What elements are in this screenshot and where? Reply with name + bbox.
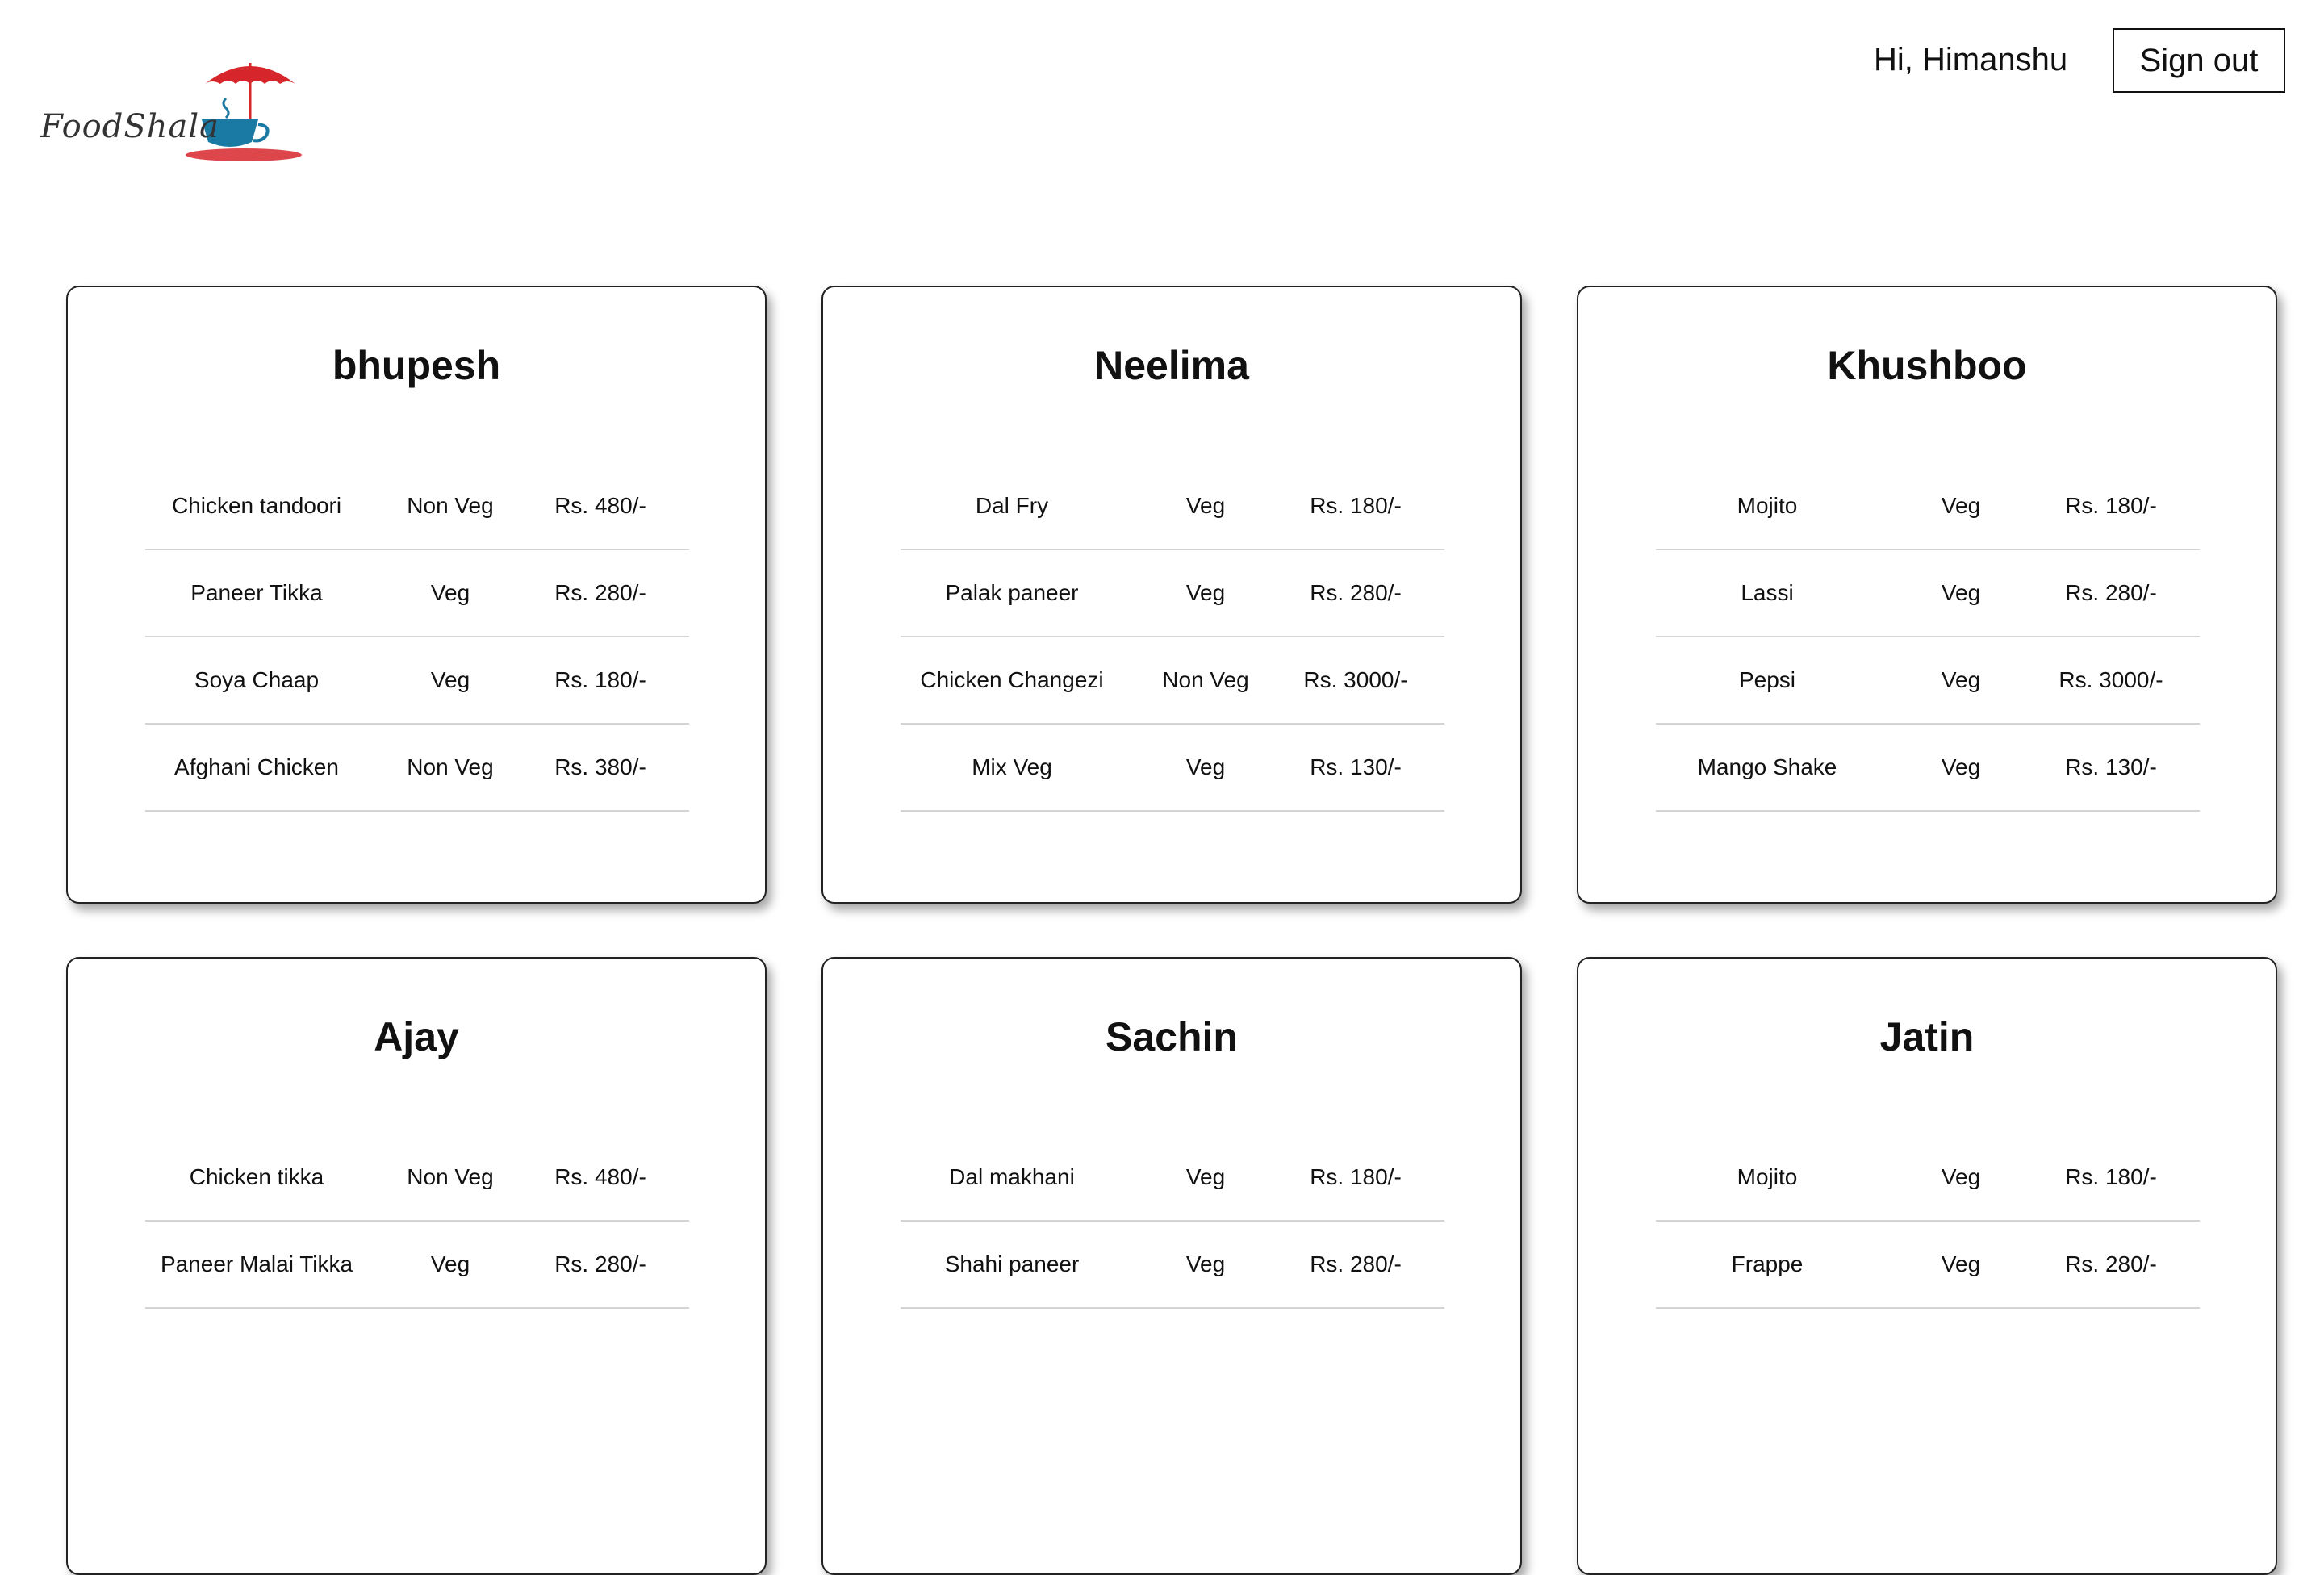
item-price: Rs. 280/-	[2065, 580, 2157, 605]
header: FoodShala Hi, Himanshu Sign out	[0, 0, 2324, 210]
item-price: Rs. 280/-	[1310, 1251, 1402, 1276]
menu-table: Dal makhani Veg Rs. 180/- Shahi paneer Veg Rs…	[901, 1134, 1444, 1309]
item-type: Veg	[1941, 580, 1981, 605]
menu-row[interactable]: Chicken tandoori Non Veg Rs. 480/-	[145, 463, 689, 550]
item-name: Mojito	[1737, 1164, 1798, 1189]
item-price: Rs. 280/-	[554, 580, 646, 605]
item-name: Frappe	[1731, 1251, 1804, 1276]
restaurant-card: Jatin Mojito Veg Rs. 180/- Frappe Veg Rs. 280/…	[1577, 957, 2277, 1575]
restaurant-name: Jatin	[1879, 1014, 1975, 1059]
item-name: Lassi	[1741, 580, 1794, 605]
brand-name: FoodShala	[40, 108, 219, 145]
item-type: Veg	[430, 580, 470, 605]
restaurant-card: bhupesh Chicken tandoori Non Veg Rs. 480/- P…	[66, 286, 767, 904]
item-name: Chicken tandoori	[171, 493, 342, 518]
restaurant-name: Khushboo	[1827, 343, 2027, 388]
menu-row[interactable]: Mojito Veg Rs. 180/-	[1656, 463, 2200, 550]
item-price: Rs. 3000/-	[2059, 667, 2163, 692]
item-type: Veg	[1941, 1251, 1981, 1276]
item-type: Veg	[430, 667, 470, 692]
menu-table: Chicken tandoori Non Veg Rs. 480/- Paneer T…	[145, 463, 689, 812]
menu-row[interactable]: Mojito Veg Rs. 180/-	[1656, 1134, 2200, 1222]
restaurant-name: bhupesh	[332, 343, 501, 388]
user-greeting: Hi, Himanshu	[1874, 42, 2068, 77]
item-price: Rs. 280/-	[1310, 580, 1402, 605]
item-name: Pepsi	[1738, 667, 1796, 692]
menu-row[interactable]: Dal Fry Veg Rs. 180/-	[901, 463, 1444, 550]
item-name: Afghani Chicken	[174, 754, 339, 779]
menu-row[interactable]: Paneer Tikka Veg Rs. 280/-	[145, 550, 689, 637]
foodshala-logo[interactable]: FoodShala	[36, 52, 310, 173]
item-price: Rs. 180/-	[1310, 1164, 1402, 1189]
menu-row[interactable]: Pepsi Veg Rs. 3000/-	[1656, 637, 2200, 725]
item-price: Rs. 380/-	[554, 754, 646, 779]
item-price: Rs. 480/-	[554, 1164, 646, 1189]
menu-row[interactable]: Lassi Veg Rs. 280/-	[1656, 550, 2200, 637]
menu-row[interactable]: Afghani Chicken Non Veg Rs. 380/-	[145, 725, 689, 812]
item-name: Paneer Malai Tikka	[160, 1251, 353, 1276]
item-price: Rs. 130/-	[1310, 754, 1402, 779]
item-type: Non Veg	[407, 1164, 494, 1189]
menu-row[interactable]: Paneer Malai Tikka Veg Rs. 280/-	[145, 1222, 689, 1309]
menu-table: Mojito Veg Rs. 180/- Lassi Veg Rs. 280/- Pepsi…	[1656, 463, 2200, 812]
item-price: Rs. 180/-	[2065, 1164, 2157, 1189]
menu-row[interactable]: Frappe Veg Rs. 280/-	[1656, 1222, 2200, 1309]
item-type: Veg	[1185, 493, 1226, 518]
restaurant-card: Neelima Dal Fry Veg Rs. 180/- Palak paneer Ve…	[821, 286, 1522, 904]
item-name: Mojito	[1737, 493, 1798, 518]
item-type: Veg	[1941, 493, 1981, 518]
restaurant-name: Ajay	[374, 1014, 459, 1059]
item-name: Palak paneer	[945, 580, 1079, 605]
item-type: Veg	[1941, 1164, 1981, 1189]
item-type: Veg	[1185, 580, 1226, 605]
item-price: Rs. 280/-	[554, 1251, 646, 1276]
menu-table: Mojito Veg Rs. 180/- Frappe Veg Rs. 280/-	[1656, 1134, 2200, 1309]
item-name: Shahi paneer	[944, 1251, 1080, 1276]
menu-row[interactable]: Chicken tikka Non Veg Rs. 480/-	[145, 1134, 689, 1222]
item-name: Mango Shake	[1697, 754, 1837, 779]
item-name: Chicken Changezi	[920, 667, 1104, 692]
item-type: Non Veg	[407, 754, 494, 779]
restaurant-card: Sachin Dal makhani Veg Rs. 180/- Shahi panee…	[821, 957, 1522, 1575]
item-name: Paneer Tikka	[190, 580, 323, 605]
item-type: Non Veg	[1162, 667, 1249, 692]
item-name: Mix Veg	[972, 754, 1052, 779]
restaurant-card: Khushboo Mojito Veg Rs. 180/- Lassi Veg Rs. 28…	[1577, 286, 2277, 904]
item-type: Non Veg	[407, 493, 494, 518]
item-price: Rs. 3000/-	[1303, 667, 1408, 692]
menu-row[interactable]: Soya Chaap Veg Rs. 180/-	[145, 637, 689, 725]
menu-row[interactable]: Palak paneer Veg Rs. 280/-	[901, 550, 1444, 637]
item-name: Chicken tikka	[189, 1164, 324, 1189]
menu-row[interactable]: Mix Veg Veg Rs. 130/-	[901, 725, 1444, 812]
item-price: Rs. 180/-	[554, 667, 646, 692]
item-price: Rs. 180/-	[1310, 493, 1402, 518]
menu-row[interactable]: Mango Shake Veg Rs. 130/-	[1656, 725, 2200, 812]
menu-table: Chicken tikka Non Veg Rs. 480/- Paneer Mala…	[145, 1134, 689, 1309]
sign-out-button[interactable]: Sign out	[2113, 28, 2285, 93]
item-price: Rs. 480/-	[554, 493, 646, 518]
item-price: Rs. 280/-	[2065, 1251, 2157, 1276]
menu-row[interactable]: Shahi paneer Veg Rs. 280/-	[901, 1222, 1444, 1309]
item-type: Veg	[1941, 754, 1981, 779]
menu-table: Dal Fry Veg Rs. 180/- Palak paneer Veg Rs. 28…	[901, 463, 1444, 812]
item-type: Veg	[1185, 1164, 1226, 1189]
menu-row[interactable]: Dal makhani Veg Rs. 180/-	[901, 1134, 1444, 1222]
item-price: Rs. 130/-	[2065, 754, 2157, 779]
item-type: Veg	[1941, 667, 1981, 692]
item-price: Rs. 180/-	[2065, 493, 2157, 518]
restaurant-name: Sachin	[1106, 1014, 1238, 1059]
item-type: Veg	[430, 1251, 470, 1276]
restaurant-grid: bhupesh Chicken tandoori Non Veg Rs. 480/- P…	[66, 286, 2277, 1575]
restaurant-name: Neelima	[1094, 343, 1249, 388]
item-type: Veg	[1185, 1251, 1226, 1276]
item-name: Dal Fry	[975, 493, 1049, 518]
item-name: Soya Chaap	[194, 667, 320, 692]
item-type: Veg	[1185, 754, 1226, 779]
item-name: Dal makhani	[949, 1164, 1075, 1189]
restaurant-card: Ajay Chicken tikka Non Veg Rs. 480/- Paneer …	[66, 957, 767, 1575]
menu-row[interactable]: Chicken Changezi Non Veg Rs. 3000/-	[901, 637, 1444, 725]
